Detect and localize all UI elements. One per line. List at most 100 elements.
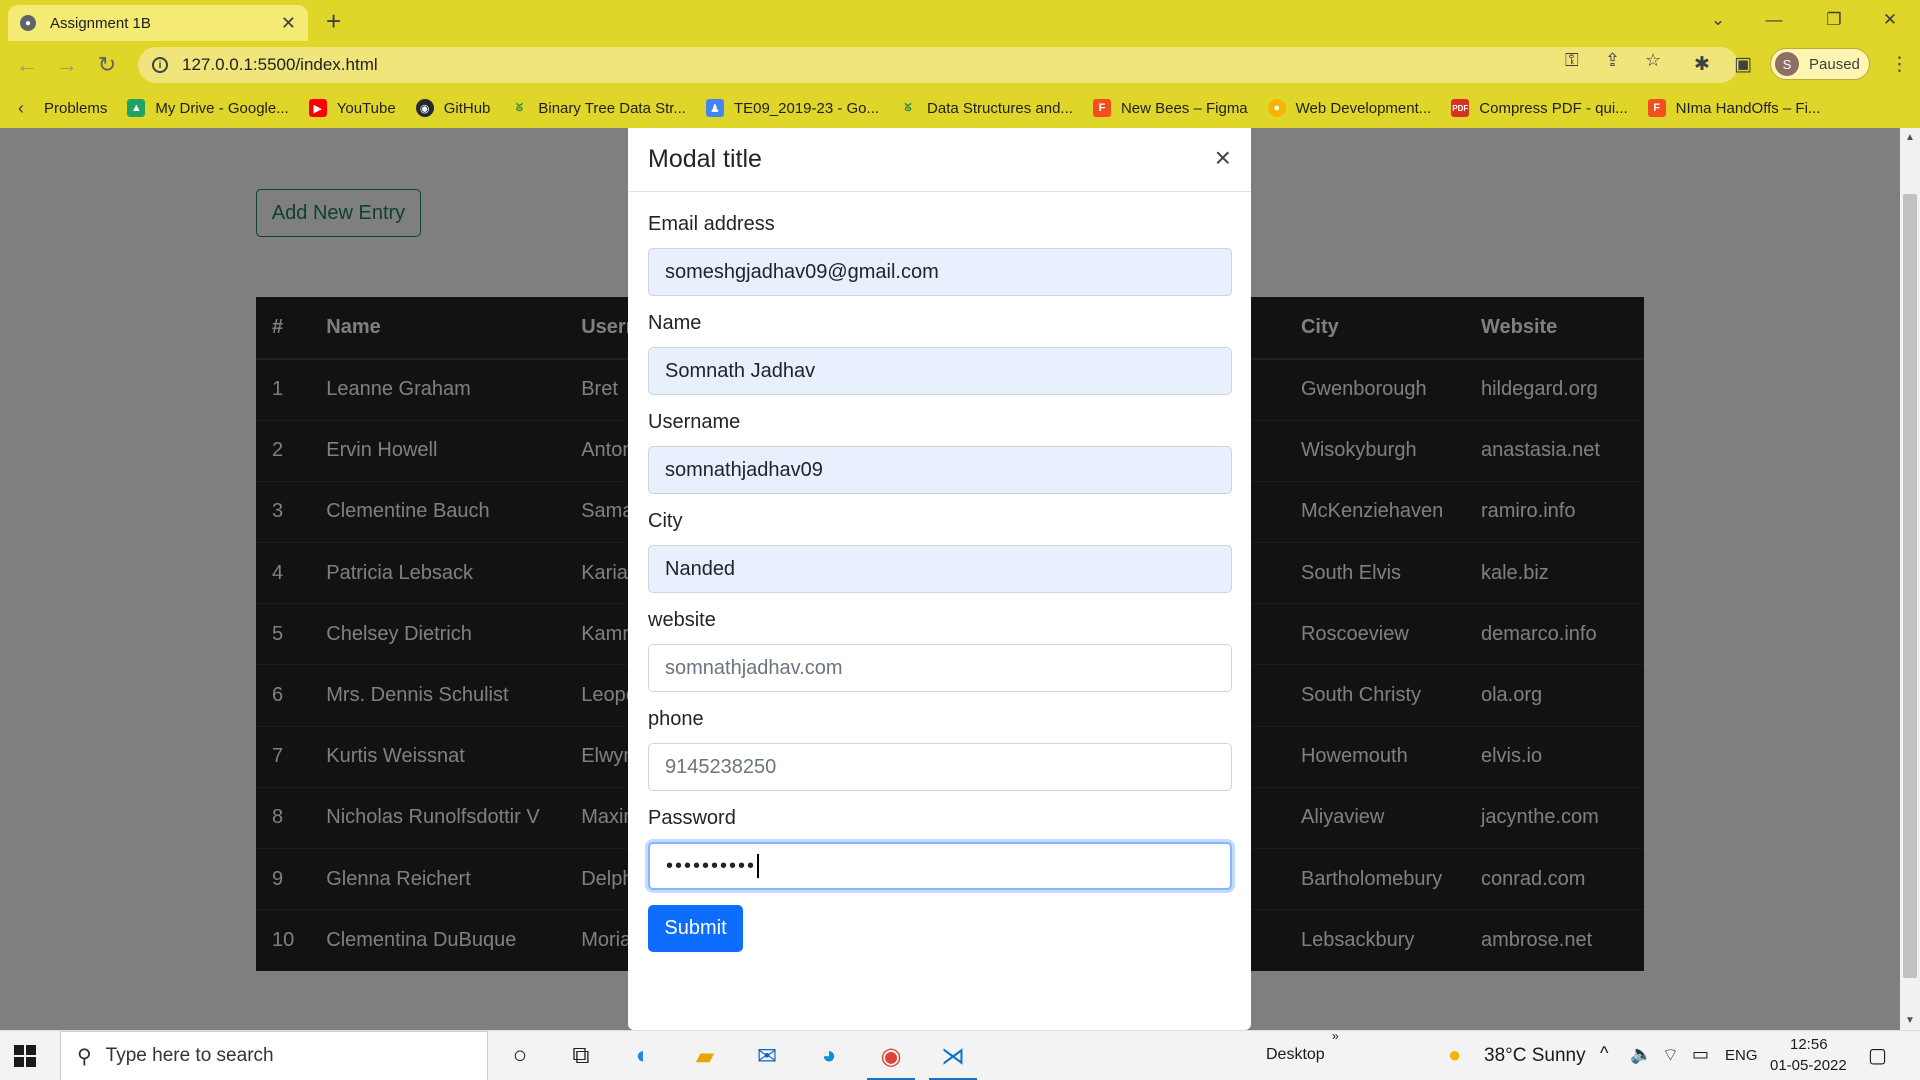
bookmark-binary-tree[interactable]: ᘜ Binary Tree Data Str... [510, 99, 686, 117]
menu-dots-icon[interactable]: ⋮ [1890, 53, 1909, 76]
vscode-icon[interactable]: ⋊ [925, 1031, 981, 1080]
email-field[interactable]: someshgjadhav09@gmail.com [648, 248, 1232, 296]
pdf-icon: PDF [1451, 99, 1470, 117]
city-label: City [648, 510, 683, 532]
name-field[interactable]: Somnath Jadhav [648, 347, 1232, 395]
bookmark-my-drive[interactable]: ▲ My Drive - Google... [127, 99, 289, 117]
google-groups-icon: ♟ [705, 99, 724, 117]
google-drive-icon: ▲ [127, 99, 146, 117]
name-group: Name Somnath Jadhav [648, 311, 1232, 395]
sun-weather-icon: ● [1448, 1042, 1462, 1067]
bookmark-label: Data Structures and... [927, 99, 1073, 117]
new-tab-button[interactable]: + [326, 8, 341, 34]
scroll-up-icon[interactable]: ▲ [1905, 132, 1915, 143]
browser-tab[interactable]: ● Assignment 1B ✕ [8, 5, 308, 41]
bookmark-github[interactable]: ◉ GitHub [415, 99, 490, 117]
password-field[interactable]: •••••••••• [648, 842, 1232, 890]
youtube-icon: ▶ [308, 99, 327, 117]
volume-icon[interactable]: 🔈 [1630, 1044, 1652, 1065]
cortana-icon[interactable]: ○ [492, 1031, 548, 1080]
site-info-icon[interactable]: i [152, 57, 168, 73]
chevron-left-icon[interactable]: ‹ [18, 98, 24, 119]
bookmark-youtube[interactable]: ▶ YouTube [308, 99, 396, 117]
side-panel-icon[interactable]: ▣ [1734, 53, 1752, 76]
username-field[interactable]: somnathjadhav09 [648, 446, 1232, 494]
address-bar[interactable]: i 127.0.0.1:5500/index.html [138, 47, 1738, 83]
browser-chrome: ● Assignment 1B ✕ + ⌄ — ❐ ✕ ← → ↻ i 127.… [0, 0, 1920, 128]
restore-button[interactable]: ❐ [1806, 0, 1862, 40]
phone-field[interactable]: 9145238250 [648, 743, 1232, 791]
city-group: City Nanded [648, 509, 1232, 593]
tab-search-icon[interactable]: ⌄ [1690, 0, 1746, 40]
profile-button[interactable]: S Paused [1770, 48, 1870, 80]
bookmark-web-development[interactable]: ● Web Development... [1267, 99, 1431, 117]
page-scrollbar[interactable]: ▲ ▼ [1900, 128, 1920, 1030]
key-icon[interactable]: ⚿ [1565, 50, 1579, 71]
extensions-icon[interactable]: ✱ [1694, 53, 1710, 76]
email-label: Email address [648, 213, 775, 235]
city-field[interactable]: Nanded [648, 545, 1232, 593]
bookmark-label: Binary Tree Data Str... [538, 99, 686, 117]
close-window-button[interactable]: ✕ [1862, 0, 1918, 40]
bookmark-label: Problems [44, 99, 108, 117]
chrome-icon[interactable]: ◉ [863, 1031, 919, 1080]
task-view-icon[interactable]: ⧉ [553, 1031, 609, 1080]
tab-close-button[interactable]: ✕ [281, 13, 296, 34]
bookmark-label: NIma HandOffs – Fi... [1675, 99, 1821, 117]
windows-start-icon[interactable] [14, 1045, 36, 1067]
back-icon[interactable]: ← [12, 50, 42, 80]
language-indicator[interactable]: ENG [1725, 1047, 1758, 1064]
password-dots: •••••••••• [666, 854, 757, 877]
profile-status: Paused [1809, 55, 1860, 73]
password-label: Password [648, 807, 736, 829]
close-icon[interactable]: × [1215, 144, 1231, 172]
clock-date[interactable]: 01-05-2022 [1770, 1057, 1847, 1074]
tab-strip: ● Assignment 1B ✕ + ⌄ — ❐ ✕ [0, 0, 1920, 41]
mail-icon[interactable]: ✉ [739, 1031, 795, 1080]
bookmark-label: Compress PDF - qui... [1479, 99, 1628, 117]
battery-icon[interactable]: ▭ [1692, 1044, 1709, 1065]
chevron-up-icon[interactable]: ^ [1600, 1043, 1608, 1064]
username-label: Username [648, 411, 741, 433]
phone-group: phone 9145238250 [648, 707, 1232, 791]
page-viewport: Add New Entry # Name Usern City Website … [0, 128, 1900, 1030]
submit-button[interactable]: Submit [648, 905, 743, 952]
phone-label: phone [648, 708, 704, 730]
reload-icon[interactable]: ↻ [92, 50, 122, 80]
bookmark-nima-handoffs[interactable]: F NIma HandOffs – Fi... [1647, 99, 1821, 117]
taskbar-search-box[interactable]: ⚲ Type here to search [60, 1031, 488, 1080]
bookmark-label: New Bees – Figma [1120, 99, 1248, 117]
avatar: S [1775, 52, 1799, 76]
text-caret [757, 854, 760, 878]
username-group: Username somnathjadhav09 [648, 410, 1232, 494]
scroll-down-icon[interactable]: ▼ [1905, 1015, 1915, 1026]
bookmark-compress-pdf[interactable]: PDF Compress PDF - qui... [1451, 99, 1628, 117]
name-label: Name [648, 312, 702, 334]
bookmark-problems[interactable]: Problems [44, 100, 107, 117]
bookmark-new-bees-figma[interactable]: F New Bees – Figma [1092, 99, 1248, 117]
geeksforgeeks-icon: ᘜ [515, 101, 523, 114]
url-text: 127.0.0.1:5500/index.html [182, 55, 378, 74]
edge-icon[interactable]: ◕ [801, 1031, 857, 1080]
website-group: website somnathjadhav.com [648, 608, 1232, 692]
github-icon: ◉ [415, 99, 434, 117]
forward-icon[interactable]: → [52, 50, 82, 80]
windows-taskbar: ⚲ Type here to search ○ ⧉ ◐ ▰ ✉ ◕ ◉ ⋊ De… [0, 1029, 1920, 1080]
geeksforgeeks-icon: ᘜ [904, 101, 912, 114]
file-explorer-icon[interactable]: ▰ [677, 1031, 733, 1080]
notification-icon[interactable]: ▢ [1868, 1043, 1887, 1068]
weather-text[interactable]: 38°C Sunny [1484, 1045, 1586, 1067]
share-icon[interactable]: ⇪ [1605, 50, 1620, 71]
website-field[interactable]: somnathjadhav.com [648, 644, 1232, 692]
clock-time[interactable]: 12:56 [1790, 1036, 1828, 1053]
chevron-double-icon[interactable]: » [1332, 1029, 1339, 1043]
password-group: Password •••••••••• [648, 806, 1232, 890]
bookmark-data-structures[interactable]: ᘜ Data Structures and... [899, 99, 1073, 117]
minimize-button[interactable]: — [1746, 0, 1802, 40]
bookmark-te09[interactable]: ♟ TE09_2019-23 - Go... [705, 99, 879, 117]
desktop-toolbar-label[interactable]: Desktop [1266, 1046, 1325, 1064]
scrollbar-thumb[interactable] [1903, 194, 1917, 978]
bookmark-star-icon[interactable]: ☆ [1645, 50, 1661, 71]
edge-dev-icon[interactable]: ◐ [615, 1031, 671, 1080]
wifi-icon[interactable]: ⌔ [1662, 1044, 1679, 1067]
